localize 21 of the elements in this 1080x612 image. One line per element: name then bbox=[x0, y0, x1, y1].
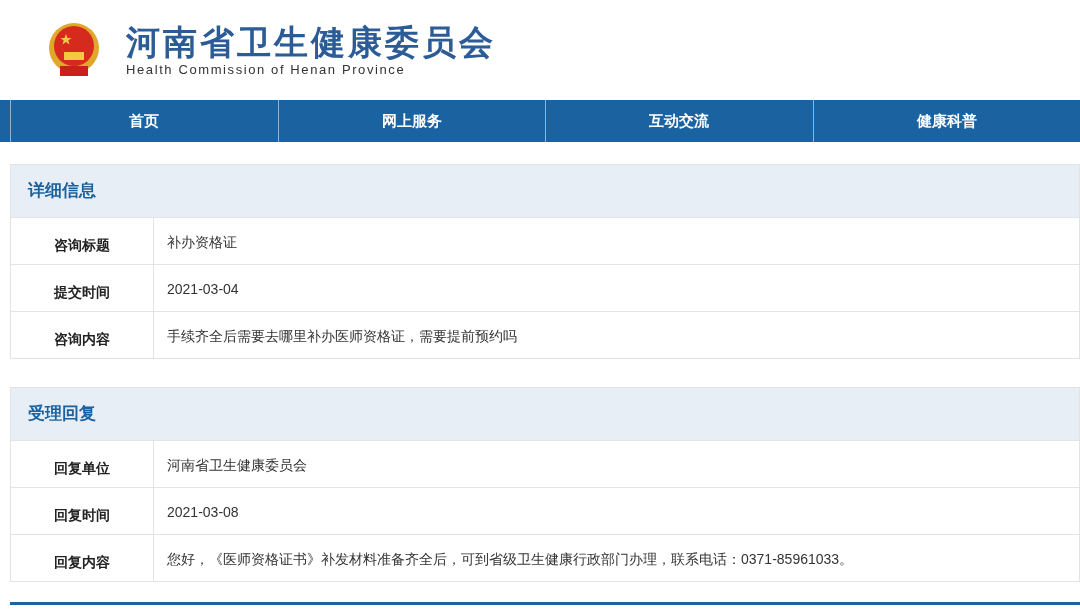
site-subtitle: Health Commission of Henan Province bbox=[126, 62, 407, 78]
field-value: 2021-03-04 bbox=[167, 280, 239, 299]
section-title: 受理回复 bbox=[28, 403, 96, 426]
field-label: 咨询标题 bbox=[54, 236, 110, 255]
field-label: 回复内容 bbox=[54, 553, 110, 572]
nav-link[interactable]: 网上服务 bbox=[277, 100, 545, 142]
field-value: 补办资格证 bbox=[167, 233, 237, 252]
field-label: 回复单位 bbox=[54, 459, 110, 478]
section-title: 详细信息 bbox=[28, 180, 96, 203]
field-label: 回复时间 bbox=[54, 506, 110, 525]
field-value: 手续齐全后需要去哪里补办医师资格证，需要提前预约吗 bbox=[167, 327, 517, 346]
field-value: 河南省卫生健康委员会 bbox=[167, 456, 307, 475]
nav-link[interactable]: 互动交流 bbox=[545, 100, 813, 142]
nav-link[interactable]: 健康科普 bbox=[812, 100, 1080, 142]
nav-link[interactable]: 首页 bbox=[10, 100, 278, 142]
field-value: 您好，《医师资格证书》补发材料准备齐全后，可到省级卫生健康行政部门办理，联系电话：0371-85961033。 bbox=[167, 550, 854, 569]
field-value: 2021-03-08 bbox=[167, 503, 239, 522]
field-label: 咨询内容 bbox=[54, 330, 110, 349]
field-label: 提交时间 bbox=[54, 283, 110, 302]
site-title: 河南省卫生健康委员会 bbox=[126, 22, 496, 62]
emblem-icon bbox=[46, 22, 102, 78]
